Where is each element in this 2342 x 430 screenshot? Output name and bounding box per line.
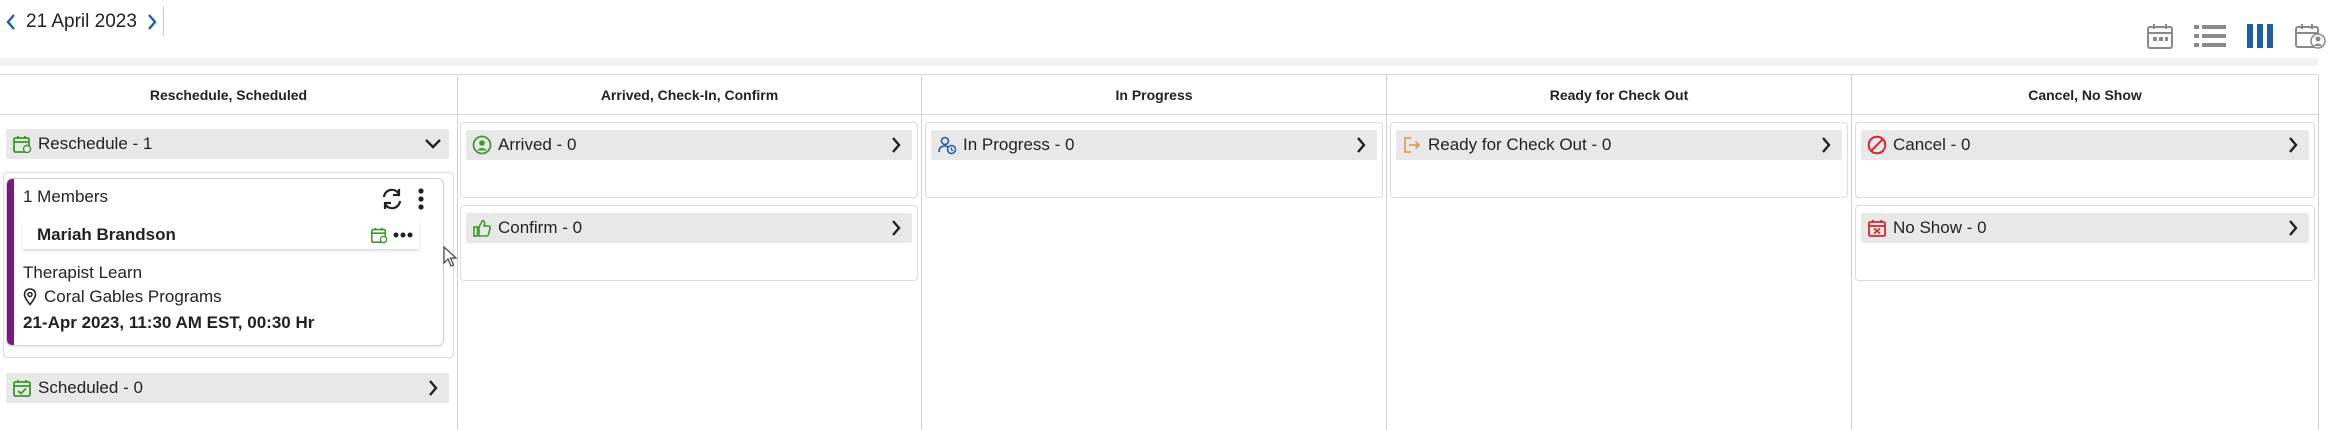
- group-cancel: Cancel - 0: [1855, 122, 2315, 198]
- group-label: Ready for Check Out - 0: [1428, 135, 1612, 154]
- group-label: Scheduled - 0: [38, 378, 143, 397]
- location: Coral Gables Programs: [23, 287, 222, 307]
- reschedule-button[interactable]: [379, 186, 405, 212]
- group-toggle-no-show[interactable]: No Show - 0: [1861, 213, 2309, 243]
- group-arrived: Arrived - 0: [460, 122, 918, 198]
- thumbs-up-icon: [472, 218, 492, 238]
- date-navigator: 21 April 2023: [0, 8, 163, 36]
- next-day-button[interactable]: [141, 8, 163, 36]
- group-no-show: No Show - 0: [1855, 205, 2315, 281]
- column-title: Arrived, Check-In, Confirm: [458, 75, 921, 115]
- day-view-button[interactable]: [2140, 16, 2180, 56]
- sync-icon: [382, 188, 402, 210]
- calendar-refresh-icon: [370, 227, 388, 244]
- list-view-button[interactable]: [2190, 16, 2230, 56]
- appointment-card[interactable]: 1 Members Mariah Brandson Therapist Lear…: [6, 178, 444, 346]
- group-toggle-ready-for-check-out[interactable]: Ready for Check Out - 0: [1396, 130, 1842, 160]
- group-toggle-reschedule[interactable]: Reschedule - 1: [6, 129, 449, 159]
- group-label: Reschedule - 1: [38, 134, 153, 153]
- chevron-right-icon: [2283, 135, 2303, 155]
- exit-icon: [1402, 135, 1422, 155]
- header-divider: [0, 58, 2318, 66]
- column-ready-for-check-out: Ready for Check Out Ready for Check Out …: [1387, 75, 1852, 430]
- calendar-user-icon: [2295, 24, 2326, 49]
- group-label: Confirm - 0: [498, 218, 583, 237]
- member-name: Mariah Brandson: [37, 225, 176, 244]
- group-toggle-in-progress[interactable]: In Progress - 0: [931, 130, 1377, 160]
- group-label: No Show - 0: [1893, 218, 1987, 237]
- member-calendar-button[interactable]: [369, 225, 389, 245]
- calendar-refresh-icon: [12, 134, 32, 154]
- calendar-check-icon: [12, 378, 32, 398]
- board-view-icon: [2247, 24, 2273, 48]
- members-count: 1 Members: [23, 187, 109, 206]
- chevron-left-icon: [6, 14, 15, 30]
- chevron-right-icon: [1351, 135, 1371, 155]
- member-menu-button[interactable]: [391, 225, 415, 245]
- group-in-progress: In Progress - 0: [925, 122, 1383, 198]
- chevron-right-icon: [886, 135, 906, 155]
- column-title: Ready for Check Out: [1387, 75, 1851, 115]
- member-row[interactable]: Mariah Brandson: [23, 221, 419, 249]
- ban-icon: [1867, 135, 1887, 155]
- group-toggle-scheduled[interactable]: Scheduled - 0: [6, 373, 449, 403]
- group-toggle-confirm[interactable]: Confirm - 0: [466, 213, 912, 243]
- chevron-right-icon: [423, 378, 443, 398]
- divider: [163, 6, 164, 36]
- card-menu-button[interactable]: [411, 186, 431, 212]
- chevron-down-icon: [423, 134, 443, 154]
- status-board: Reschedule, Scheduled Reschedule - 1 1 M…: [0, 74, 2319, 430]
- group-label: Arrived - 0: [498, 135, 577, 154]
- group-scheduled: Scheduled - 0: [3, 366, 452, 426]
- column-cancel-no-show: Cancel, No Show Cancel - 0 No Show - 0: [1852, 75, 2319, 430]
- chevron-right-icon: [886, 218, 906, 238]
- calendar-day-icon: [2147, 24, 2173, 49]
- group-toggle-cancel[interactable]: Cancel - 0: [1861, 130, 2309, 160]
- previous-day-button[interactable]: [0, 8, 22, 36]
- chevron-right-icon: [148, 14, 157, 30]
- horizontal-dots-icon: [393, 232, 413, 238]
- column-arrived-checkin-confirm: Arrived, Check-In, Confirm Arrived - 0 C…: [458, 75, 922, 430]
- group-label: Cancel - 0: [1893, 135, 1971, 154]
- column-in-progress: In Progress In Progress - 0: [922, 75, 1387, 430]
- mouse-cursor-icon: [443, 246, 458, 267]
- column-reschedule-scheduled: Reschedule, Scheduled Reschedule - 1 1 M…: [0, 75, 458, 430]
- location-name: Coral Gables Programs: [44, 287, 222, 306]
- column-title: Cancel, No Show: [1852, 75, 2318, 115]
- appointment-time: 21-Apr 2023, 11:30 AM EST, 00:30 Hr: [23, 313, 315, 332]
- column-title: Reschedule, Scheduled: [0, 75, 457, 115]
- group-ready-for-check-out: Ready for Check Out - 0: [1390, 122, 1848, 198]
- card-accent-bar: [7, 179, 14, 345]
- board-view-button[interactable]: [2240, 16, 2280, 56]
- user-progress-icon: [937, 135, 957, 155]
- provider-calendar-button[interactable]: [2290, 16, 2330, 56]
- chevron-right-icon: [1816, 135, 1836, 155]
- list-view-icon: [2194, 25, 2226, 47]
- map-pin-icon: [23, 288, 37, 306]
- group-confirm: Confirm - 0: [460, 205, 918, 281]
- view-switcher: [2140, 16, 2330, 56]
- group-label: In Progress - 0: [963, 135, 1075, 154]
- service-name: Therapist Learn: [23, 263, 143, 282]
- calendar-x-icon: [1867, 218, 1887, 238]
- group-toggle-arrived[interactable]: Arrived - 0: [466, 130, 912, 160]
- chevron-right-icon: [2283, 218, 2303, 238]
- group-reschedule: Reschedule - 1 1 Members Mariah Brandson: [3, 122, 454, 428]
- top-bar: 21 April 2023: [0, 0, 2342, 54]
- column-title: In Progress: [922, 75, 1386, 115]
- user-check-icon: [472, 135, 492, 155]
- vertical-dots-icon: [418, 188, 424, 210]
- current-date[interactable]: 21 April 2023: [22, 11, 141, 33]
